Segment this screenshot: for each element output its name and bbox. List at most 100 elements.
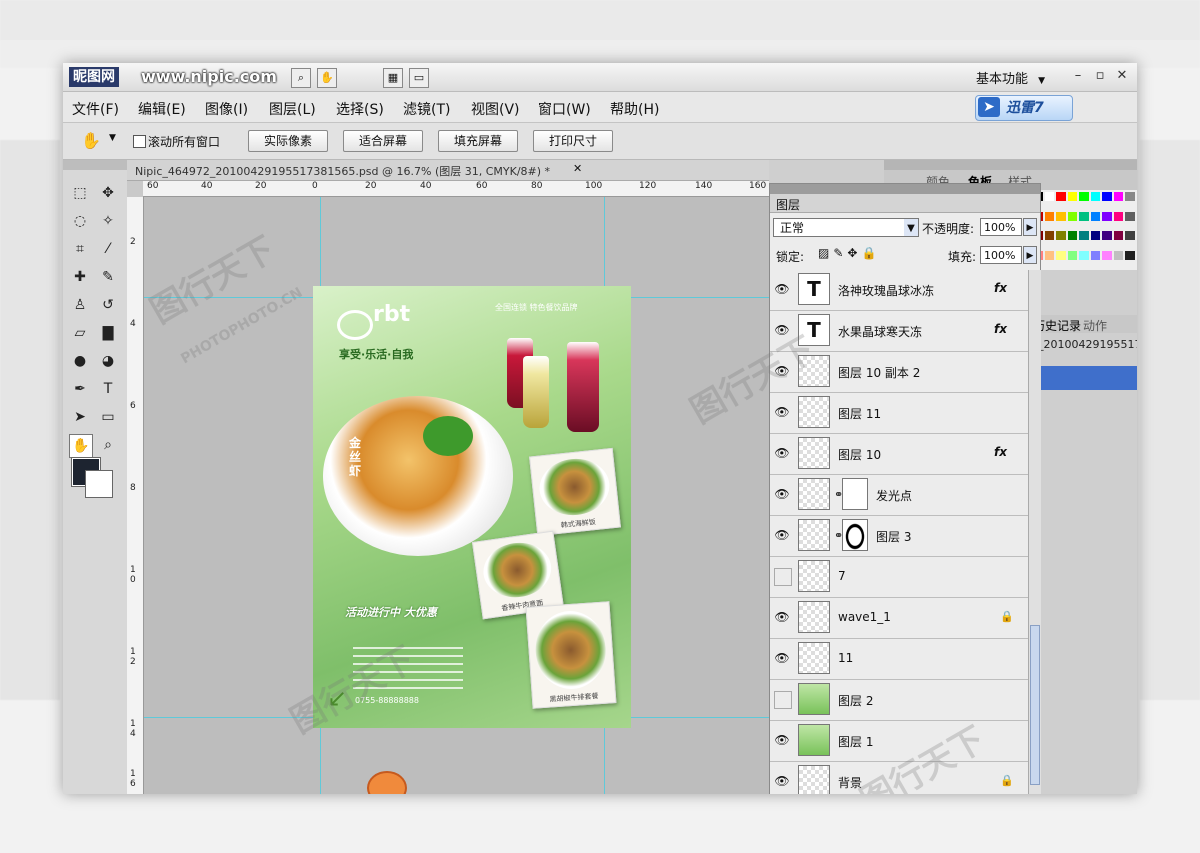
menu-select[interactable]: 选择(S): [336, 99, 384, 119]
minimize-button[interactable]: –: [1069, 66, 1087, 86]
fit-screen-button[interactable]: 适合屏幕: [343, 130, 423, 152]
pen-tool-icon[interactable]: ✒: [69, 378, 91, 400]
history-selected-state[interactable]: [1031, 366, 1137, 390]
color-swatch[interactable]: [1044, 250, 1055, 260]
menu-layer[interactable]: 图层(L): [269, 99, 316, 119]
opacity-input[interactable]: 100%: [980, 218, 1022, 236]
menu-image[interactable]: 图像(I): [205, 99, 248, 119]
document-tab[interactable]: Nipic_464972_20100429195517381565.psd @ …: [127, 160, 769, 181]
visibility-eye-icon[interactable]: 👁: [774, 650, 790, 666]
color-swatch[interactable]: [1056, 192, 1066, 201]
visibility-eye-icon[interactable]: 👁: [774, 445, 790, 461]
layers-scroll-thumb[interactable]: [1030, 625, 1040, 785]
color-swatch[interactable]: [1090, 211, 1101, 221]
gradient-tool-icon[interactable]: ▇: [97, 322, 119, 344]
document-close-icon[interactable]: ✕: [573, 162, 582, 175]
close-button[interactable]: ✕: [1113, 66, 1131, 86]
arrange-documents-icon[interactable]: ▦: [383, 68, 403, 88]
scroll-all-windows-checkbox[interactable]: 滚动所有窗口: [133, 133, 220, 150]
color-swatch[interactable]: [1090, 250, 1101, 260]
lock-options-icon[interactable]: ▨✎✥🔒: [818, 246, 880, 260]
visibility-eye-icon[interactable]: 👁: [774, 609, 790, 625]
layer-row[interactable]: 👁 wave1_1 🔒: [770, 598, 1028, 639]
marquee-tool-icon[interactable]: ⬚: [69, 182, 91, 204]
hand-tool-icon[interactable]: ✋: [81, 131, 101, 150]
visibility-eye-icon[interactable]: 👁: [774, 486, 790, 502]
color-swatch[interactable]: [1056, 250, 1066, 260]
menu-filter[interactable]: 滤镜(T): [403, 99, 450, 119]
layer-row[interactable]: 7: [770, 557, 1028, 598]
color-swatch[interactable]: [1044, 231, 1055, 240]
color-swatch[interactable]: [1113, 192, 1124, 201]
color-swatch[interactable]: [1079, 211, 1089, 221]
visibility-eye-icon[interactable]: [774, 568, 792, 586]
dodge-tool-icon[interactable]: ◕: [97, 350, 119, 372]
color-swatch[interactable]: [1067, 250, 1078, 260]
background-color-swatch[interactable]: [85, 470, 113, 498]
tab-actions[interactable]: 动作: [1083, 317, 1107, 334]
clone-stamp-icon[interactable]: ♙: [69, 294, 91, 316]
history-snapshot[interactable]: 2_20100429195517381...: [1031, 338, 1137, 351]
color-swatch[interactable]: [1125, 192, 1135, 201]
layers-panel-header[interactable]: [770, 184, 1040, 194]
fill-input[interactable]: 100%: [980, 246, 1022, 264]
color-swatch[interactable]: [1044, 192, 1055, 201]
history-brush-icon[interactable]: ↺: [97, 294, 119, 316]
opacity-slider-icon[interactable]: ▶: [1023, 218, 1037, 236]
color-swatch[interactable]: [1067, 192, 1078, 201]
actual-pixels-button[interactable]: 实际像素: [248, 130, 328, 152]
layer-row[interactable]: 👁 T 洛神玫瑰晶球冰冻 fx: [770, 270, 1028, 311]
color-swatch[interactable]: [1067, 211, 1078, 221]
visibility-eye-icon[interactable]: 👁: [774, 732, 790, 748]
fill-screen-button[interactable]: 填充屏幕: [438, 130, 518, 152]
color-swatch[interactable]: [1102, 192, 1112, 201]
color-swatch[interactable]: [1102, 231, 1112, 240]
visibility-eye-icon[interactable]: 👁: [774, 773, 790, 789]
fill-slider-icon[interactable]: ▶: [1023, 246, 1037, 264]
color-swatch[interactable]: [1125, 250, 1135, 260]
color-swatch[interactable]: [1102, 250, 1112, 260]
zoom-tool-icon[interactable]: ⌕: [97, 434, 119, 456]
color-swatch[interactable]: [1067, 231, 1078, 240]
blur-tool-icon[interactable]: ●: [69, 350, 91, 372]
blend-mode-select[interactable]: 正常 ▼: [773, 218, 919, 237]
visibility-eye-icon[interactable]: [774, 691, 792, 709]
layer-mask-thumbnail[interactable]: [842, 519, 868, 551]
menu-view[interactable]: 视图(V): [471, 99, 520, 119]
lasso-tool-icon[interactable]: ◌: [69, 210, 91, 232]
crop-tool-icon[interactable]: ⌗: [69, 238, 91, 260]
color-swatch[interactable]: [1102, 211, 1112, 221]
eraser-tool-icon[interactable]: ▱: [69, 322, 91, 344]
color-swatch[interactable]: [1056, 231, 1066, 240]
zoom-icon[interactable]: ⌕: [291, 68, 311, 88]
layer-effects-icon[interactable]: fx: [994, 322, 1007, 336]
eyedropper-icon[interactable]: ⁄: [97, 238, 119, 260]
visibility-eye-icon[interactable]: 👁: [774, 404, 790, 420]
swatch-grid[interactable]: [1031, 190, 1137, 270]
color-swatch[interactable]: [1079, 231, 1089, 240]
layer-effects-icon[interactable]: fx: [994, 445, 1007, 459]
layer-row[interactable]: 图层 2: [770, 680, 1028, 721]
layer-row[interactable]: 👁 ⚭ 图层 3: [770, 516, 1028, 557]
panel-dock-strip[interactable]: [884, 160, 1137, 170]
restore-button[interactable]: ▫: [1091, 66, 1109, 86]
print-size-button[interactable]: 打印尺寸: [533, 130, 613, 152]
layer-row[interactable]: 👁 11: [770, 639, 1028, 680]
color-swatch[interactable]: [1125, 211, 1135, 221]
xunlei-button[interactable]: ➤ 迅雷7: [975, 95, 1073, 121]
layer-row[interactable]: 👁 ⚭ 发光点: [770, 475, 1028, 516]
layer-effects-icon[interactable]: fx: [994, 281, 1007, 295]
hand-icon[interactable]: ✋: [317, 68, 337, 88]
color-swatch[interactable]: [1079, 250, 1089, 260]
visibility-eye-icon[interactable]: 👁: [774, 527, 790, 543]
color-swatch[interactable]: [1113, 231, 1124, 240]
path-selection-icon[interactable]: ➤: [69, 406, 91, 428]
color-swatch[interactable]: [1125, 231, 1135, 240]
color-swatch[interactable]: [1044, 211, 1055, 221]
tool-preset-chevron-icon[interactable]: ▼: [109, 133, 116, 143]
menu-file[interactable]: 文件(F): [72, 99, 119, 119]
workspace-switcher[interactable]: 基本功能 ▼: [976, 68, 1045, 87]
color-swatch[interactable]: [1079, 192, 1089, 201]
layer-row[interactable]: 👁 图层 10 fx: [770, 434, 1028, 475]
color-swatch[interactable]: [1056, 211, 1066, 221]
